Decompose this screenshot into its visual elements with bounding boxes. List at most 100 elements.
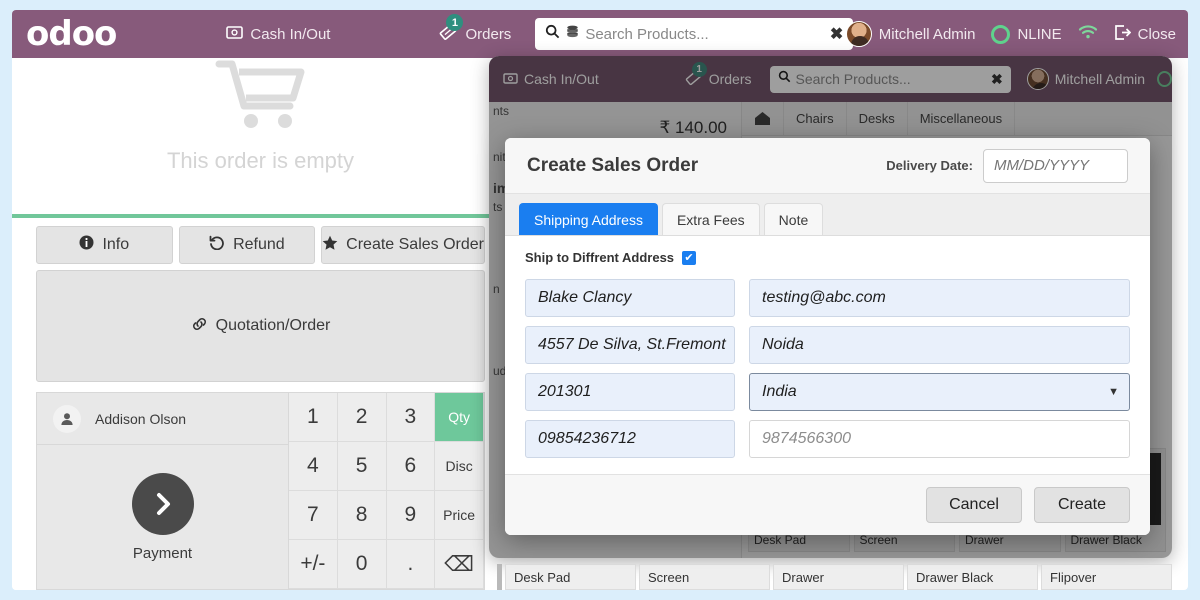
numpad-key-decimal[interactable]: . — [386, 540, 436, 589]
close-label: Close — [1137, 25, 1176, 43]
numpad-key-price[interactable]: Price — [435, 491, 484, 540]
numpad-key-6[interactable]: 6 — [386, 442, 436, 491]
bg-cash-in-out-label: Cash In/Out — [524, 71, 599, 87]
avatar — [1026, 68, 1049, 90]
bg-text-fragment: nts — [493, 104, 510, 118]
numpad-key-backspace[interactable]: ⌫ — [435, 540, 484, 589]
cancel-button[interactable]: Cancel — [926, 487, 1022, 523]
strip-edge — [497, 564, 502, 590]
home-icon[interactable] — [742, 102, 784, 135]
background-top-bar: Cash In/Out 1 Orders Search Products... … — [489, 56, 1172, 102]
mobile-field[interactable]: 9874566300 — [749, 420, 1130, 458]
bg-cash-in-out[interactable]: Cash In/Out — [503, 71, 599, 87]
bg-orders-label: Orders — [708, 71, 752, 87]
online-status-label: NLINE — [1017, 25, 1062, 43]
info-icon — [79, 235, 94, 255]
create-button[interactable]: Create — [1034, 487, 1130, 523]
numpad-key-0[interactable]: 0 — [337, 540, 387, 589]
dialog-title: Create Sales Order — [527, 154, 699, 176]
numpad-key-2[interactable]: 2 — [337, 393, 387, 442]
product-strip-item[interactable]: Screen — [639, 564, 770, 590]
phone-field[interactable]: 09854236712 — [525, 420, 735, 458]
create-sales-order-button[interactable]: Create Sales Order — [321, 226, 485, 264]
numpad-key-4[interactable]: 4 — [289, 442, 338, 491]
header-right-group: Mitchell Admin NLINE Close — [845, 21, 1176, 47]
user-menu[interactable]: Mitchell Admin — [845, 21, 975, 47]
bg-category-miscellaneous[interactable]: Miscellaneous — [908, 102, 1016, 135]
delivery-date-label: Delivery Date: — [886, 158, 973, 173]
email-field[interactable]: testing@abc.com — [749, 279, 1130, 317]
database-icon — [566, 25, 579, 44]
dialog-header: Create Sales Order Delivery Date: — [505, 138, 1150, 194]
wifi-icon[interactable] — [1078, 24, 1098, 44]
chevron-down-icon: ▼ — [1108, 386, 1119, 398]
tab-note[interactable]: Note — [763, 203, 824, 235]
ship-different-address-row: Ship to Diffrent Address ✔ — [525, 250, 1130, 265]
product-strip-item[interactable]: Flipover — [1041, 564, 1172, 590]
search-icon — [545, 24, 560, 44]
dialog-tabs: Shipping Address Extra Fees Note — [505, 194, 1150, 236]
product-strip-item[interactable]: Desk Pad — [505, 564, 636, 590]
refund-button[interactable]: Refund — [178, 226, 316, 264]
odoo-logo[interactable]: odoo — [26, 17, 117, 51]
search-clear-icon[interactable]: ✖ — [830, 24, 843, 44]
numpad-key-5[interactable]: 5 — [337, 442, 387, 491]
bg-search-clear-icon[interactable]: ✖ — [991, 71, 1003, 88]
empty-cart-area: This order is empty — [12, 58, 509, 214]
search-input-placeholder[interactable]: Search Products... — [585, 26, 824, 43]
name-field[interactable]: Blake Clancy — [525, 279, 735, 317]
numpad-key-1[interactable]: 1 — [289, 393, 338, 442]
city-field[interactable]: Noida — [749, 326, 1130, 364]
quotation-order-label: Quotation/Order — [215, 317, 331, 334]
tab-extra-fees[interactable]: Extra Fees — [661, 203, 760, 235]
customer-selector[interactable]: Addison Olson — [37, 393, 288, 445]
numpad-key-8[interactable]: 8 — [337, 491, 387, 540]
info-label: Info — [102, 236, 130, 253]
bg-online-status-icon — [1157, 71, 1172, 87]
payment-button[interactable]: Payment — [37, 445, 288, 589]
product-strip-item[interactable]: Drawer — [773, 564, 904, 590]
info-button[interactable]: Info — [36, 226, 173, 264]
street-field[interactable]: 4557 De Silva, St.Fremont — [525, 326, 735, 364]
delivery-date-input[interactable] — [983, 148, 1128, 183]
close-button[interactable]: Close — [1114, 24, 1176, 44]
search-icon — [778, 70, 791, 88]
bg-user-menu[interactable]: Mitchell Admin — [1026, 68, 1145, 90]
bg-category-desks[interactable]: Desks — [847, 102, 908, 135]
bg-search-box[interactable]: Search Products... ✖ — [769, 65, 1011, 93]
bg-order-total: ₹ 140.00 — [659, 118, 727, 137]
numpad-key-disc[interactable]: Disc — [435, 442, 484, 491]
connection-status[interactable]: NLINE — [991, 24, 1062, 44]
orders-button[interactable]: 1 Orders — [438, 14, 512, 45]
product-strip: Desk Pad Screen Drawer Drawer Black Flip… — [497, 563, 1172, 591]
product-strip-item[interactable]: Drawer Black — [907, 564, 1038, 590]
banknote-icon — [503, 71, 518, 87]
tab-shipping-address[interactable]: Shipping Address — [519, 203, 658, 235]
numpad-key-7[interactable]: 7 — [289, 491, 338, 540]
quotation-order-button[interactable]: Quotation/Order — [36, 270, 485, 382]
numpad-key-9[interactable]: 9 — [386, 491, 436, 540]
search-products-box[interactable]: Search Products... ✖ — [535, 18, 854, 50]
numpad: 1 2 3 Qty 4 5 6 Disc 7 8 9 Price +/- 0 .… — [289, 393, 484, 589]
bg-text-fragment: n — [493, 282, 500, 296]
numpad-key-3[interactable]: 3 — [386, 393, 436, 442]
numpad-key-qty[interactable]: Qty — [435, 393, 484, 442]
orders-count-badge: 1 — [446, 14, 464, 31]
shipping-address-form: Blake Clancy testing@abc.com 4557 De Sil… — [525, 279, 1130, 458]
link-icon — [191, 317, 208, 336]
zip-field[interactable]: 201301 — [525, 373, 735, 411]
star-icon — [322, 235, 338, 255]
country-select[interactable]: India ▼ — [749, 373, 1130, 411]
orders-label: Orders — [465, 25, 512, 43]
bg-search-placeholder[interactable]: Search Products... — [796, 71, 987, 87]
ship-different-address-checkbox[interactable]: ✔ — [682, 250, 697, 265]
cash-in-out-button[interactable]: Cash In/Out — [226, 26, 330, 43]
bg-category-chairs[interactable]: Chairs — [784, 102, 847, 135]
bg-orders[interactable]: 1 Orders — [685, 61, 752, 89]
empty-cart-label: This order is empty — [166, 148, 355, 173]
order-panel: This order is empty Info Refund Create S… — [12, 58, 509, 590]
numpad-key-plusminus[interactable]: +/- — [289, 540, 338, 589]
customer-payment-column: Addison Olson Payment — [37, 393, 289, 589]
shopping-cart-icon — [215, 58, 307, 134]
banknote-icon — [226, 25, 244, 43]
